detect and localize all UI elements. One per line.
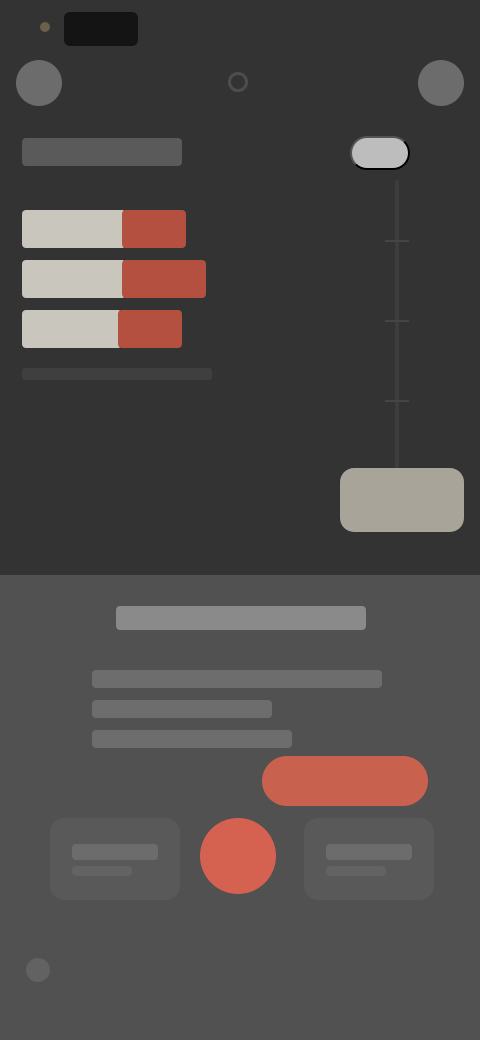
option-title — [72, 844, 158, 860]
slider-tick — [385, 400, 409, 402]
level-bar — [22, 310, 222, 348]
bottom-sheet — [0, 575, 480, 1040]
menu-button[interactable] — [16, 60, 62, 106]
sheet-title — [116, 606, 366, 630]
status-dot-icon — [40, 22, 50, 32]
level-bar-peak — [122, 210, 186, 248]
status-time — [64, 12, 138, 46]
slider-tick — [385, 320, 409, 322]
slider-tick — [385, 240, 409, 242]
mode-chip[interactable] — [350, 136, 410, 170]
record-button[interactable] — [200, 818, 276, 894]
sheet-text-line — [92, 730, 292, 748]
level-bar-peak — [122, 260, 206, 298]
levels-caption — [22, 368, 212, 380]
primary-button[interactable] — [340, 468, 464, 532]
option-subtitle — [326, 866, 386, 876]
info-icon[interactable] — [228, 72, 248, 92]
sheet-text-line — [92, 700, 272, 718]
profile-button[interactable] — [418, 60, 464, 106]
option-subtitle — [72, 866, 132, 876]
back-icon[interactable] — [26, 958, 50, 982]
page-title — [22, 138, 182, 166]
level-bar-fill — [22, 210, 126, 248]
option-title — [326, 844, 412, 860]
level-bar-peak — [118, 310, 182, 348]
level-bar — [22, 260, 222, 298]
vertical-slider[interactable] — [395, 180, 399, 470]
option-right-button[interactable] — [304, 818, 434, 900]
cta-button[interactable] — [262, 756, 428, 806]
status-bar — [0, 0, 480, 56]
level-bar — [22, 210, 222, 248]
option-left-button[interactable] — [50, 818, 180, 900]
level-bar-fill — [22, 260, 126, 298]
level-bar-fill — [22, 310, 122, 348]
sheet-text-line — [92, 670, 382, 688]
